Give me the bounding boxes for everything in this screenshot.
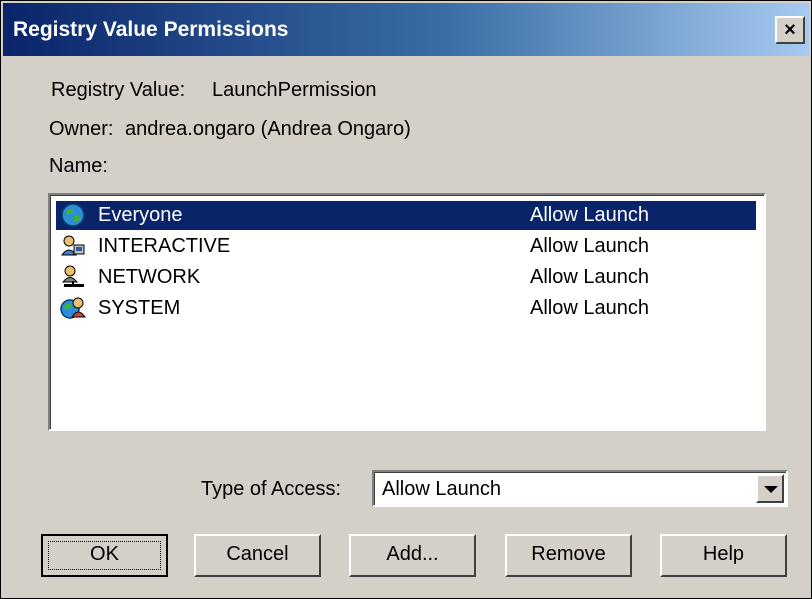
title-bar[interactable]: Registry Value Permissions × [3,3,809,56]
remove-button[interactable]: Remove [505,534,632,577]
list-item-interactive[interactable]: INTERACTIVE Allow Launch [56,232,756,261]
list-item-name: SYSTEM [98,297,181,319]
globe-icon [61,203,85,227]
list-item-network[interactable]: NETWORK Allow Launch [56,263,756,292]
add-button[interactable]: Add... [349,534,476,577]
add-button-label: Add... [386,543,439,565]
type-of-access-label: Type of Access: [201,478,342,500]
list-item-name: Everyone [98,204,183,226]
list-item-access: Allow Launch [530,204,649,226]
list-item-access: Allow Launch [530,297,649,319]
list-item-system[interactable]: SYSTEM Allow Launch [56,294,756,323]
list-item-name: NETWORK [98,266,201,288]
close-button[interactable]: × [775,16,805,44]
registry-value-label: Registry Value: [51,79,186,101]
window-title: Registry Value Permissions [13,18,289,41]
remove-button-label: Remove [531,543,606,565]
name-label: Name: [49,155,108,177]
list-item-access: Allow Launch [530,235,649,257]
type-of-access-value: Allow Launch [382,478,501,500]
cancel-button-label: Cancel [226,543,289,565]
registry-value: LaunchPermission [212,79,377,101]
system-users-icon [60,297,86,319]
chevron-down-icon [764,486,778,493]
help-button-label: Help [702,543,745,565]
close-icon: × [784,19,796,41]
cancel-button[interactable]: Cancel [194,534,321,577]
list-item-access: Allow Launch [530,266,649,288]
owner-label: Owner: [49,118,114,140]
permissions-list[interactable]: Everyone Allow Launch INTERACTIVE Allow … [48,193,766,431]
network-user-icon [61,265,84,287]
help-button[interactable]: Help [660,534,787,577]
focus-rectangle [48,541,161,570]
registry-value-permissions-dialog: Registry Value Permissions × Registry Va… [0,0,812,599]
list-item-everyone[interactable]: Everyone Allow Launch [56,201,756,230]
type-of-access-select[interactable]: Allow Launch [372,470,788,507]
dropdown-button[interactable] [756,474,784,503]
owner-value: andrea.ongaro (Andrea Ongaro) [125,118,411,140]
interactive-users-icon [61,235,85,256]
list-item-name: INTERACTIVE [98,235,231,257]
ok-button[interactable]: OK [41,534,168,577]
